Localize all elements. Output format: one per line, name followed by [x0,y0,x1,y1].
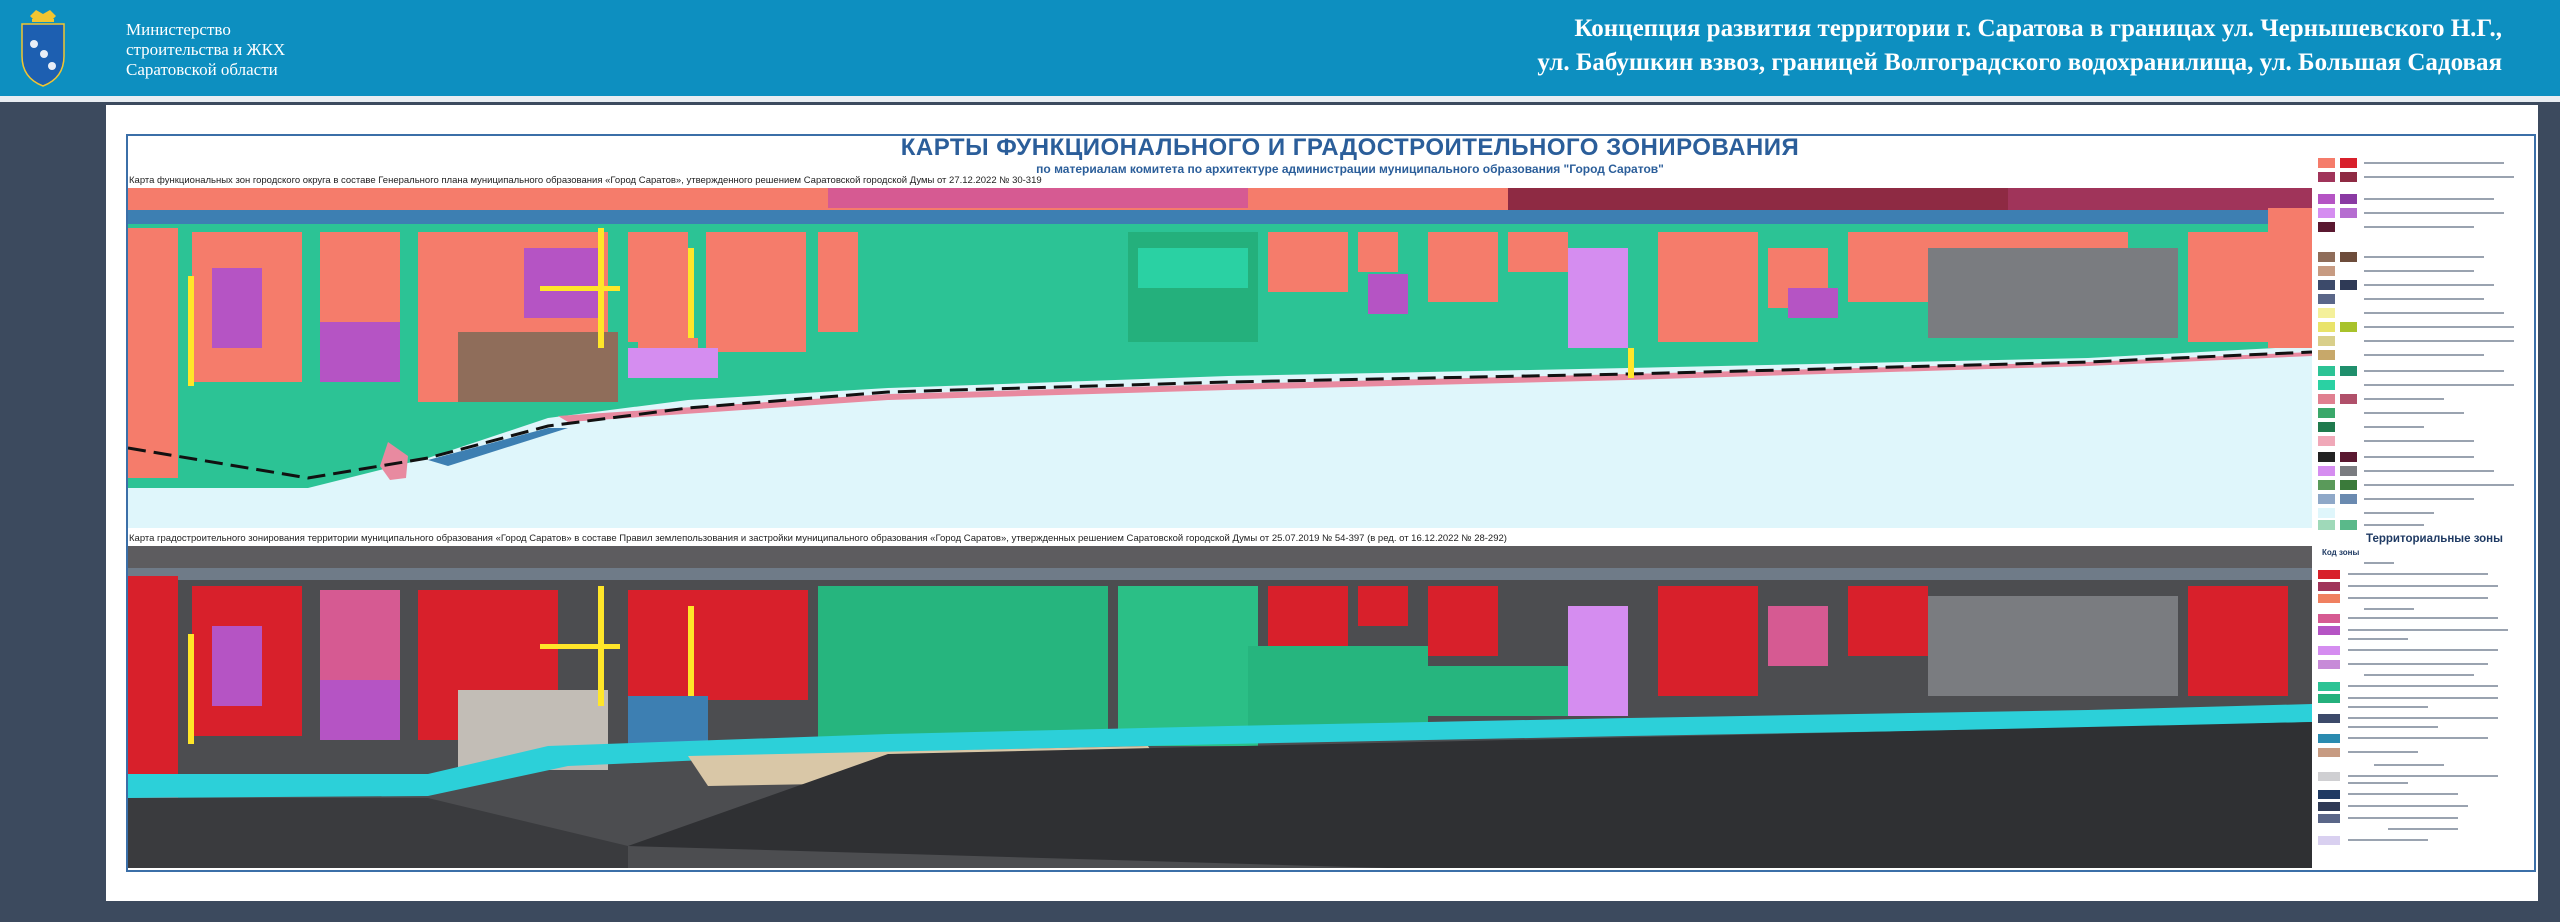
ministry-line: строительства и ЖКХ [126,40,286,59]
map-title: КАРТЫ ФУНКЦИОНАЛЬНОГО И ГРАДОСТРОИТЕЛЬНО… [900,134,1800,161]
ministry-name: Министерство строительства и ЖКХ Саратов… [126,20,285,80]
page-title-line: ул. Бабушкин взвоз, границей Волгоградск… [1537,49,2502,76]
map-subtitle: по материалам комитета по архитектуре ад… [1036,162,1664,176]
legend-code-label: Код зоны [2322,548,2360,557]
header-divider [0,96,2560,102]
legend-title: Территориальные зоны [2366,533,2503,545]
territorial-zones-legend [2318,562,2508,845]
page-title-line: Концепция развития территории г. Саратов… [1574,15,2502,42]
ministry-line: Саратовской области [126,60,278,79]
urban-zoning-map [128,546,2312,868]
zoning-map-caption: Карта градостроительного зонирования тер… [129,533,1507,544]
functional-zoning-map [128,188,2312,528]
ministry-line: Министерство [126,20,231,39]
functional-map-caption: Карта функциональных зон городского окру… [129,175,1042,186]
functional-zones-legend [2318,158,2514,530]
page-title: Концепция развития территории г. Саратов… [1537,12,2502,80]
saratov-coat-of-arms-icon [18,6,68,88]
